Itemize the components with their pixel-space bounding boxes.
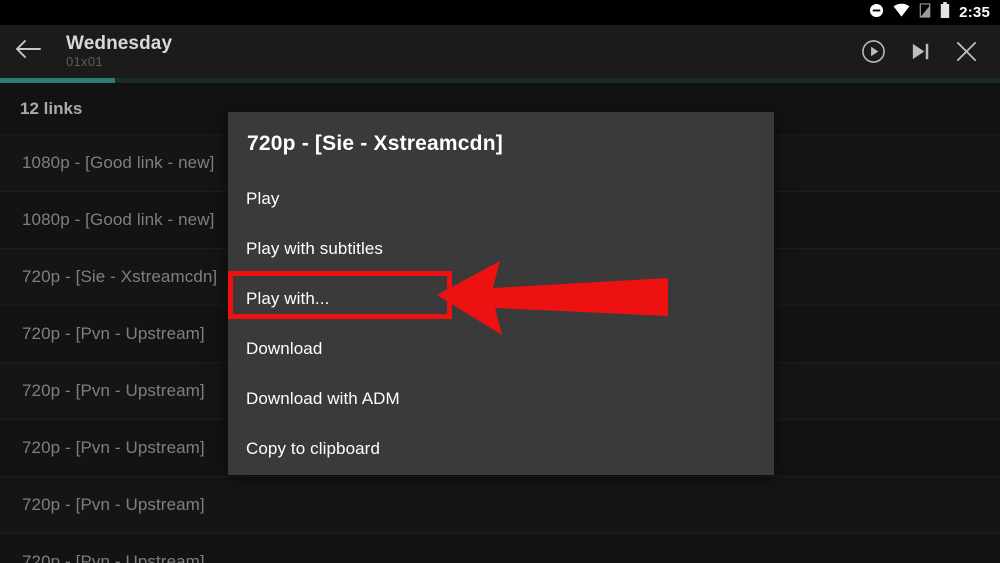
back-arrow-icon xyxy=(15,38,41,65)
status-icons xyxy=(869,2,950,23)
close-icon[interactable] xyxy=(955,40,978,63)
do-not-disturb-icon xyxy=(869,3,884,23)
menu-item-play[interactable]: Play xyxy=(228,174,774,224)
annotation-highlight-box xyxy=(228,271,452,319)
menu-item-download-with-adm[interactable]: Download with ADM xyxy=(228,374,774,424)
wifi-icon xyxy=(893,3,910,22)
skip-next-icon[interactable] xyxy=(909,40,932,63)
menu-item-download[interactable]: Download xyxy=(228,324,774,374)
page-title: Wednesday xyxy=(66,33,173,54)
page-subtitle: 01x01 xyxy=(66,54,103,69)
playback-progress-track[interactable] xyxy=(0,78,1000,83)
dialog-title: 720p - [Sie - Xstreamcdn] xyxy=(247,132,503,155)
app-bar-actions xyxy=(861,39,1000,64)
sim-signal-icon xyxy=(919,2,931,23)
menu-item-play-with-subtitles[interactable]: Play with subtitles xyxy=(228,224,774,274)
play-circle-icon[interactable] xyxy=(861,39,886,64)
status-bar: 2:35 xyxy=(0,0,1000,25)
title-block: Wednesday 01x01 xyxy=(56,33,861,70)
menu-item-copy-to-clipboard[interactable]: Copy to clipboard xyxy=(228,424,774,474)
status-clock: 2:35 xyxy=(959,4,990,21)
back-button[interactable] xyxy=(0,25,56,78)
app-bar: Wednesday 01x01 xyxy=(0,25,1000,78)
app-screen: 12 links 1080p - [Good link - new] 1080p… xyxy=(0,0,1000,563)
dialog-menu: Play Play with subtitles Play with... Do… xyxy=(228,174,774,474)
playback-progress-fill xyxy=(0,78,115,83)
battery-icon xyxy=(940,2,950,23)
